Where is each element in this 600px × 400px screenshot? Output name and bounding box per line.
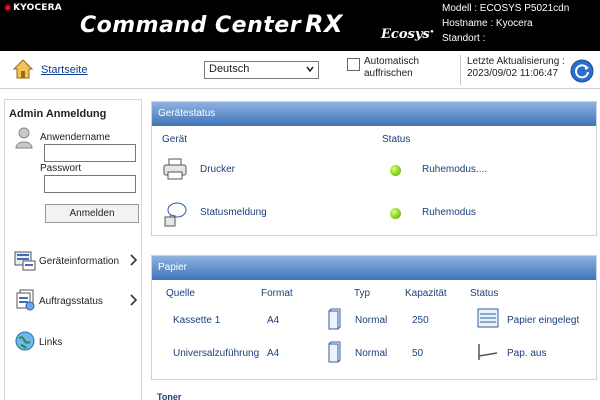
- last-update: Letzte Aktualisierung : 2023/09/02 11:06…: [467, 56, 565, 80]
- paper-status: Pap. aus: [507, 348, 547, 359]
- job-status-icon: [16, 289, 35, 311]
- chevron-down-icon: [306, 66, 314, 73]
- sidebar-item-label: Links: [39, 337, 63, 348]
- paper-format: A4: [267, 348, 280, 359]
- links-icon: [15, 331, 35, 351]
- paper-format: A4: [267, 315, 280, 326]
- status-led: [390, 165, 401, 176]
- paper-empty-icon: [478, 344, 498, 360]
- admin-login-title: Admin Anmeldung: [9, 108, 107, 120]
- panel-title: Papier: [152, 256, 596, 280]
- location-text: Standort :: [442, 33, 486, 44]
- column-header-format: Format: [261, 288, 293, 299]
- device-status-text: Ruhemodus....: [422, 164, 488, 175]
- sidebar-item-device-info[interactable]: Geräteinformation: [14, 249, 140, 275]
- chevron-right-icon: [130, 254, 138, 266]
- paper-source: Universalzuführung: [173, 348, 260, 359]
- command-center-logo: Command Center RX: [80, 10, 344, 38]
- last-update-label: Letzte Aktualisierung :: [467, 56, 565, 67]
- column-header-status: Status: [470, 288, 499, 299]
- paper-sheet-icon: [328, 341, 341, 363]
- sidebar-item-label: Auftragsstatus: [39, 296, 103, 307]
- password-label: Passwort: [40, 163, 82, 174]
- user-icon: [15, 127, 33, 149]
- language-select[interactable]: Deutsch: [204, 61, 319, 79]
- username-label: Anwendername: [40, 132, 111, 143]
- sidebar-item-links[interactable]: Links: [14, 330, 140, 356]
- login-button[interactable]: Anmelden: [45, 204, 139, 223]
- kyocera-logo: ◉KYOCERA: [4, 3, 62, 13]
- app-header: ◉KYOCERA Command Center RX Ecosys• Modell…: [0, 0, 600, 51]
- ecosys-logo: Ecosys•: [381, 27, 435, 42]
- panel-title: Gerätestatus: [152, 102, 596, 126]
- column-header-capacity: Kapazität: [405, 288, 447, 299]
- status-led: [390, 208, 401, 219]
- paper-sheet-icon: [328, 308, 341, 330]
- hostname-text: Hostname : Kyocera: [442, 18, 533, 29]
- device-name[interactable]: Statusmeldung: [200, 207, 267, 218]
- column-header-status: Status: [382, 134, 411, 145]
- device-name[interactable]: Drucker: [200, 164, 235, 175]
- paper-capacity: 50: [412, 348, 424, 359]
- toner-panel-title: Toner: [157, 392, 182, 400]
- toolbar-divider: [460, 55, 461, 85]
- paper-panel: Papier Quelle Format Typ Kapazität Statu…: [151, 255, 597, 380]
- auto-refresh-checkbox[interactable]: [347, 58, 360, 71]
- device-status-panel: Gerätestatus Gerät Status Drucker Ruhemo…: [151, 101, 597, 236]
- toolbar: Startseite Deutsch Automatisch auffrisch…: [0, 51, 600, 89]
- paper-source: Kassette 1: [173, 315, 221, 326]
- status-message-icon: [164, 202, 187, 227]
- paper-stack-icon: [477, 308, 499, 328]
- last-update-value: 2023/09/02 11:06:47: [467, 68, 559, 79]
- paper-type: Normal: [355, 348, 388, 359]
- device-info-icon: [14, 251, 36, 271]
- column-header-source: Quelle: [166, 288, 195, 299]
- auto-refresh-label: Automatisch auffrischen: [364, 56, 420, 79]
- refresh-icon[interactable]: [570, 59, 594, 83]
- home-link[interactable]: Startseite: [41, 64, 87, 76]
- column-header-type: Typ: [354, 288, 371, 299]
- model-text: Modell : ECOSYS P5021cdn: [442, 3, 570, 14]
- sidebar-item-label: Geräteinformation: [39, 256, 120, 267]
- sidebar: Admin Anmeldung Anwendername Passwort An…: [0, 89, 143, 400]
- password-input[interactable]: [44, 175, 136, 193]
- paper-capacity: 250: [412, 315, 429, 326]
- paper-status: Papier eingelegt: [507, 315, 580, 326]
- column-header-device: Gerät: [162, 134, 188, 145]
- device-status-text: Ruhemodus: [422, 207, 476, 218]
- username-input[interactable]: [44, 144, 136, 162]
- language-value: Deutsch: [209, 63, 250, 75]
- printer-icon: [163, 158, 187, 180]
- paper-type: Normal: [355, 315, 388, 326]
- sidebar-item-job-status[interactable]: Auftragsstatus: [14, 289, 140, 315]
- home-icon[interactable]: [12, 58, 34, 80]
- chevron-right-icon: [130, 294, 138, 306]
- device-info-block: Modell : ECOSYS P5021cdn Hostname : Kyoc…: [442, 1, 569, 46]
